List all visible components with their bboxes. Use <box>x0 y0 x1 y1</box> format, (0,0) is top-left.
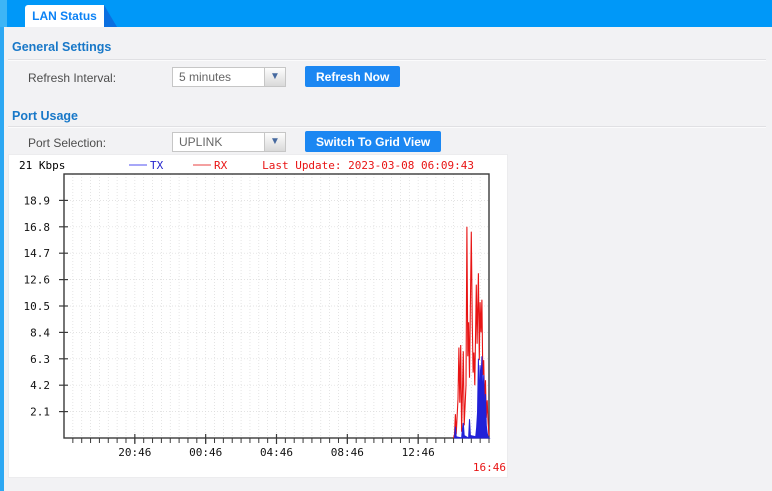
port-usage-heading: Port Usage <box>12 109 78 123</box>
port-selection-value: UPLINK <box>173 133 264 151</box>
svg-text:20:46: 20:46 <box>118 446 151 459</box>
svg-text:08:46: 08:46 <box>331 446 364 459</box>
chevron-down-icon[interactable]: ▼ <box>264 133 285 151</box>
svg-text:14.7: 14.7 <box>24 247 51 260</box>
refresh-now-button[interactable]: Refresh Now <box>305 66 400 87</box>
traffic-chart-svg: 18.9 16.8 14.7 12.6 10.5 8.4 6.3 4.2 2.1 20:46 00:… <box>9 155 507 477</box>
port-selection-select[interactable]: UPLINK ▼ <box>172 132 286 152</box>
chevron-down-icon[interactable]: ▼ <box>264 68 285 86</box>
tab-bar-left-cap <box>0 0 7 27</box>
divider <box>8 126 766 128</box>
left-accent-strip <box>0 0 4 491</box>
refresh-interval-select[interactable]: 5 minutes ▼ <box>172 67 286 87</box>
svg-text:16.8: 16.8 <box>24 221 51 234</box>
tab-lan-status-label: LAN Status <box>32 9 97 23</box>
refresh-interval-label: Refresh Interval: <box>28 71 116 85</box>
svg-text:21 Kbps: 21 Kbps <box>19 159 65 172</box>
divider <box>8 59 766 61</box>
svg-text:12:46: 12:46 <box>402 446 435 459</box>
svg-text:00:46: 00:46 <box>189 446 222 459</box>
svg-text:18.9: 18.9 <box>24 194 51 207</box>
svg-text:10.5: 10.5 <box>24 300 51 313</box>
svg-text:2.1: 2.1 <box>30 406 50 419</box>
tab-lan-status[interactable]: LAN Status <box>25 5 104 27</box>
lan-status-page: LAN Status General Settings Refresh Inte… <box>0 0 772 491</box>
tab-slant-decoration <box>104 5 117 27</box>
svg-text:04:46: 04:46 <box>260 446 293 459</box>
svg-text:12.6: 12.6 <box>24 274 51 287</box>
port-usage-chart: 18.9 16.8 14.7 12.6 10.5 8.4 6.3 4.2 2.1 20:46 00:… <box>8 154 508 478</box>
refresh-interval-value: 5 minutes <box>173 68 264 86</box>
general-settings-heading: General Settings <box>12 40 111 54</box>
switch-to-grid-view-button[interactable]: Switch To Grid View <box>305 131 441 152</box>
svg-text:16:46: 16:46 <box>473 461 506 474</box>
svg-text:8.4: 8.4 <box>30 326 50 339</box>
svg-text:RX: RX <box>214 159 228 172</box>
svg-text:6.3: 6.3 <box>30 353 50 366</box>
svg-text:TX: TX <box>150 159 164 172</box>
svg-text:4.2: 4.2 <box>30 379 50 392</box>
port-selection-label: Port Selection: <box>28 136 106 150</box>
svg-text:Last Update: 2023-03-08 06:09:: Last Update: 2023-03-08 06:09:43 <box>262 159 474 172</box>
